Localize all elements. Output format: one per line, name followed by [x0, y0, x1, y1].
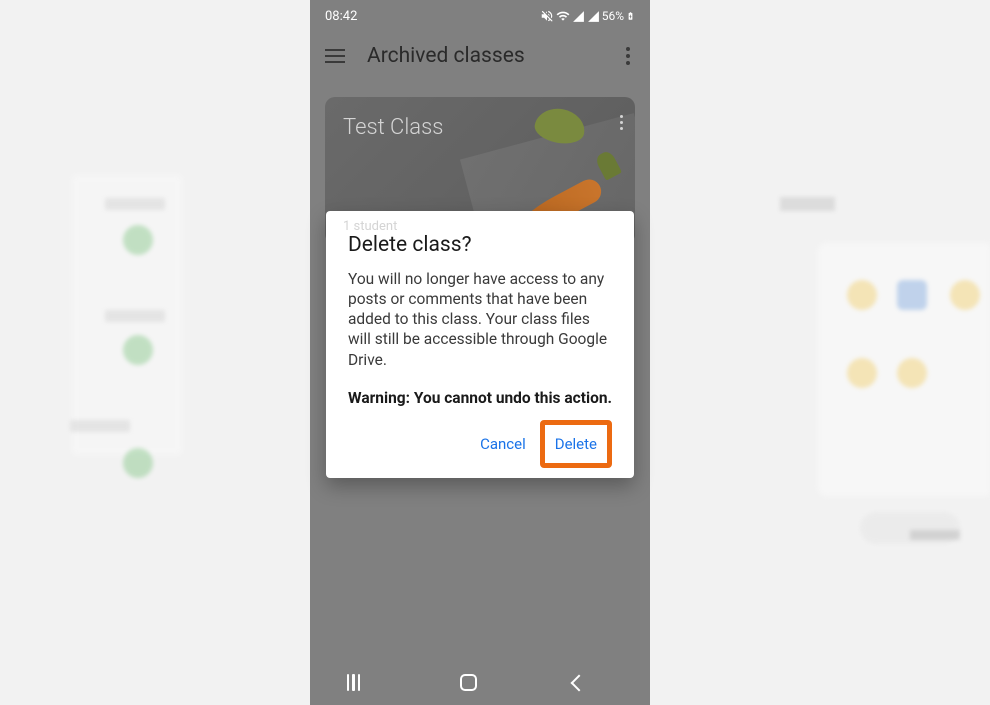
signal-icon-2: [587, 10, 600, 23]
dialog-body: You will no longer have access to any po…: [348, 269, 612, 370]
battery-percent: 56%: [602, 9, 624, 23]
signal-icon-1: [572, 10, 585, 23]
status-time: 08:42: [325, 9, 357, 24]
app-bar: Archived classes: [310, 32, 650, 80]
delete-dialog: Delete class? You will no longer have ac…: [326, 211, 634, 478]
dialog-actions: Cancel Delete: [348, 416, 612, 468]
more-icon[interactable]: [621, 42, 635, 70]
wifi-icon: [556, 9, 570, 23]
delete-button[interactable]: Delete: [545, 425, 607, 463]
page-title: Archived classes: [367, 44, 599, 68]
class-more-icon[interactable]: [620, 115, 623, 130]
dialog-title: Delete class?: [348, 233, 612, 257]
cancel-button[interactable]: Cancel: [466, 425, 540, 463]
status-icons: 56%: [540, 9, 635, 23]
status-bar: 08:42 56%: [310, 0, 650, 32]
dialog-warning: Warning: You cannot undo this action.: [348, 388, 612, 408]
class-title: Test Class: [343, 115, 617, 140]
mute-icon: [540, 9, 554, 23]
nav-recent-button[interactable]: [347, 674, 387, 691]
carrot-top-decoration: [594, 149, 622, 180]
nav-bar: [310, 660, 650, 705]
nav-back-button[interactable]: [573, 677, 613, 689]
nav-home-button[interactable]: [460, 674, 500, 691]
battery-icon: [626, 9, 635, 23]
menu-icon[interactable]: [325, 49, 345, 63]
student-count: 1 student: [343, 219, 397, 234]
delete-highlight: Delete: [540, 420, 612, 468]
